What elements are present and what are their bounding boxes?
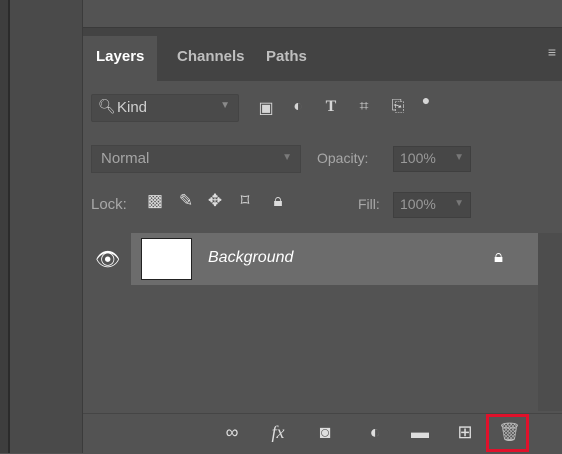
opacity-field[interactable]: 100% ▼	[393, 146, 471, 172]
visibility-toggle[interactable]: 👁︎	[83, 233, 131, 285]
tab-paths[interactable]: Paths	[253, 36, 320, 81]
add-mask-icon[interactable]: ◙	[313, 422, 337, 443]
layers-scrollbar[interactable]	[538, 233, 562, 411]
lock-label: Lock:	[91, 196, 127, 213]
adjustment-filter-icon[interactable]: ◐	[288, 98, 308, 116]
layer-row-background[interactable]: 👁︎ Background 🔒︎	[83, 233, 538, 285]
tab-layers[interactable]: Layers	[83, 36, 158, 81]
chevron-down-icon: ▼	[220, 100, 230, 111]
lock-transparent-pixels-icon[interactable]: ▩	[145, 191, 165, 211]
lock-artboard-icon[interactable]: ⌑	[235, 191, 255, 211]
upper-panel	[83, 0, 562, 28]
smart-object-filter-icon[interactable]: ⎘	[388, 98, 408, 116]
hamburger-menu-icon[interactable]: ≡	[548, 44, 556, 60]
fx-icon[interactable]: fx	[266, 422, 290, 443]
delete-layer-icon: 🗑︎	[498, 422, 521, 442]
fill-value: 100%	[400, 196, 436, 212]
opacity-value: 100%	[400, 150, 436, 166]
new-fill-adjustment-icon[interactable]: ◐	[363, 422, 387, 443]
lock-all-icon[interactable]: 🔒︎	[268, 191, 288, 211]
tab-channels[interactable]: Channels	[164, 36, 258, 81]
fill-label: Fill:	[358, 196, 380, 212]
link-layers-icon[interactable]: ∞	[220, 422, 244, 443]
filter-kind-label: Kind	[117, 99, 148, 116]
blend-mode-value: Normal	[101, 150, 150, 167]
shape-filter-icon[interactable]: ⌗	[354, 98, 374, 116]
type-filter-icon[interactable]: T	[321, 98, 341, 116]
chevron-down-icon: ▼	[282, 152, 292, 163]
panel-footer: ∞ fx ◙ ◐ ▬ ⊞ 🗑︎	[83, 413, 562, 454]
filter-toggle-icon[interactable]: ●	[416, 92, 436, 108]
filter-kind-select[interactable]: 🔍︎ Kind ▼	[91, 94, 239, 122]
layers-panel: Layers Channels Paths ≡ 🔍︎ Kind ▼ ▣ ◐ T …	[83, 28, 562, 454]
search-icon: 🔍︎	[98, 98, 116, 114]
chevron-down-icon: ▼	[454, 152, 464, 163]
image-filter-icon[interactable]: ▣	[256, 98, 276, 118]
new-layer-icon[interactable]: ⊞	[453, 422, 477, 443]
panel-tabbar: Layers Channels Paths ≡	[83, 28, 562, 81]
chevron-down-icon: ▼	[454, 198, 464, 209]
new-group-icon[interactable]: ▬	[408, 422, 432, 443]
fill-field[interactable]: 100% ▼	[393, 192, 471, 218]
panel-gutter	[10, 0, 83, 453]
blend-mode-select[interactable]: Normal ▼	[91, 145, 301, 173]
eye-icon: 👁︎	[95, 249, 121, 271]
layer-thumbnail[interactable]	[141, 238, 192, 280]
canvas-edge	[0, 0, 8, 453]
opacity-label: Opacity:	[317, 150, 369, 166]
lock-position-icon[interactable]: ✥	[205, 191, 225, 211]
delete-layer-button[interactable]: 🗑︎	[486, 414, 529, 452]
lock-icon[interactable]: 🔒︎	[494, 247, 503, 267]
layer-name[interactable]: Background	[208, 249, 293, 267]
lock-image-pixels-icon[interactable]: ✎	[176, 191, 196, 211]
